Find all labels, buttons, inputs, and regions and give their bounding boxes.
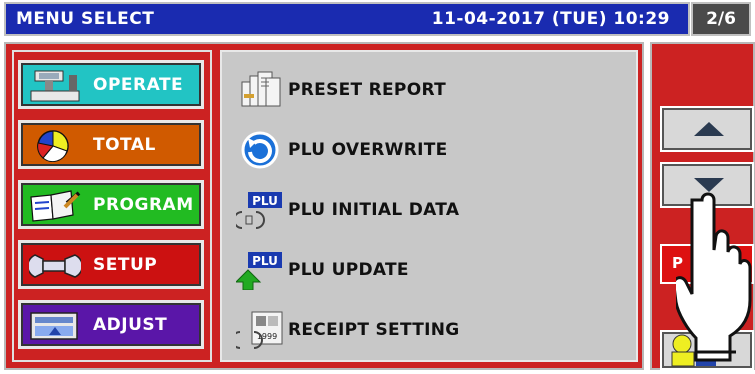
overwrite-icon xyxy=(236,130,286,170)
category-total-label: TOTAL xyxy=(93,135,156,155)
menu-item-preset-report[interactable]: PRESET REPORT xyxy=(236,70,616,110)
category-setup-button[interactable]: SETUP xyxy=(18,240,204,289)
keyboard-icon xyxy=(29,309,81,343)
svg-text:PLU: PLU xyxy=(252,254,278,268)
menu-item-plu-update-label: PLU UPDATE xyxy=(288,260,409,280)
page-number: 2/6 xyxy=(706,9,736,29)
report-icon xyxy=(236,70,286,110)
category-operate-label: OPERATE xyxy=(93,75,184,95)
menu-item-plu-initial-data[interactable]: PLU PLU INITIAL DATA xyxy=(233,190,616,230)
pointing-hand-icon xyxy=(672,190,755,370)
scroll-up-button[interactable] xyxy=(660,106,754,152)
date-time: 11-04-2017 (TUE) 10:29 xyxy=(431,9,670,29)
category-panel: OPERATE TOTAL PROGRAM SETUP ADJUST xyxy=(12,50,212,362)
page-title: MENU SELECT xyxy=(16,9,155,29)
menu-item-preset-report-label: PRESET REPORT xyxy=(288,80,446,100)
category-program-button[interactable]: PROGRAM xyxy=(18,180,204,229)
menu-item-plu-overwrite-label: PLU OVERWRITE xyxy=(288,140,448,160)
category-program-label: PROGRAM xyxy=(93,195,194,215)
plu-initial-icon: PLU xyxy=(233,190,286,230)
screen: MENU SELECT 11-04-2017 (TUE) 10:29 2/6 O… xyxy=(0,0,755,372)
menu-item-plu-overwrite[interactable]: PLU OVERWRITE xyxy=(236,130,616,170)
category-total-button[interactable]: TOTAL xyxy=(18,120,204,169)
book-icon xyxy=(29,189,81,223)
page-indicator: 2/6 xyxy=(691,2,751,36)
scale-icon xyxy=(29,69,81,103)
category-adjust-button[interactable]: ADJUST xyxy=(18,300,204,349)
category-adjust-label: ADJUST xyxy=(93,315,168,335)
menu-item-receipt-setting[interactable]: 1999 RECEIPT SETTING xyxy=(231,310,616,350)
plu-update-icon: PLU xyxy=(234,250,286,291)
pie-chart-icon xyxy=(29,129,81,163)
menu-item-plu-initial-data-label: PLU INITIAL DATA xyxy=(288,200,460,220)
menu-list-panel: PRESET REPORT PLU OVERWRITE PLU PLU INIT… xyxy=(220,50,638,362)
svg-text:PLU: PLU xyxy=(252,194,278,208)
wrench-icon xyxy=(27,249,83,283)
menu-item-receipt-setting-label: RECEIPT SETTING xyxy=(288,320,460,340)
category-setup-label: SETUP xyxy=(93,255,158,275)
title-bar: MENU SELECT 11-04-2017 (TUE) 10:29 xyxy=(4,2,690,36)
menu-item-plu-update[interactable]: PLU PLU UPDATE xyxy=(234,250,616,291)
category-operate-button[interactable]: OPERATE xyxy=(18,60,204,109)
receipt-icon: 1999 xyxy=(231,310,286,350)
main-frame: OPERATE TOTAL PROGRAM SETUP ADJUST PRESE… xyxy=(4,42,644,370)
